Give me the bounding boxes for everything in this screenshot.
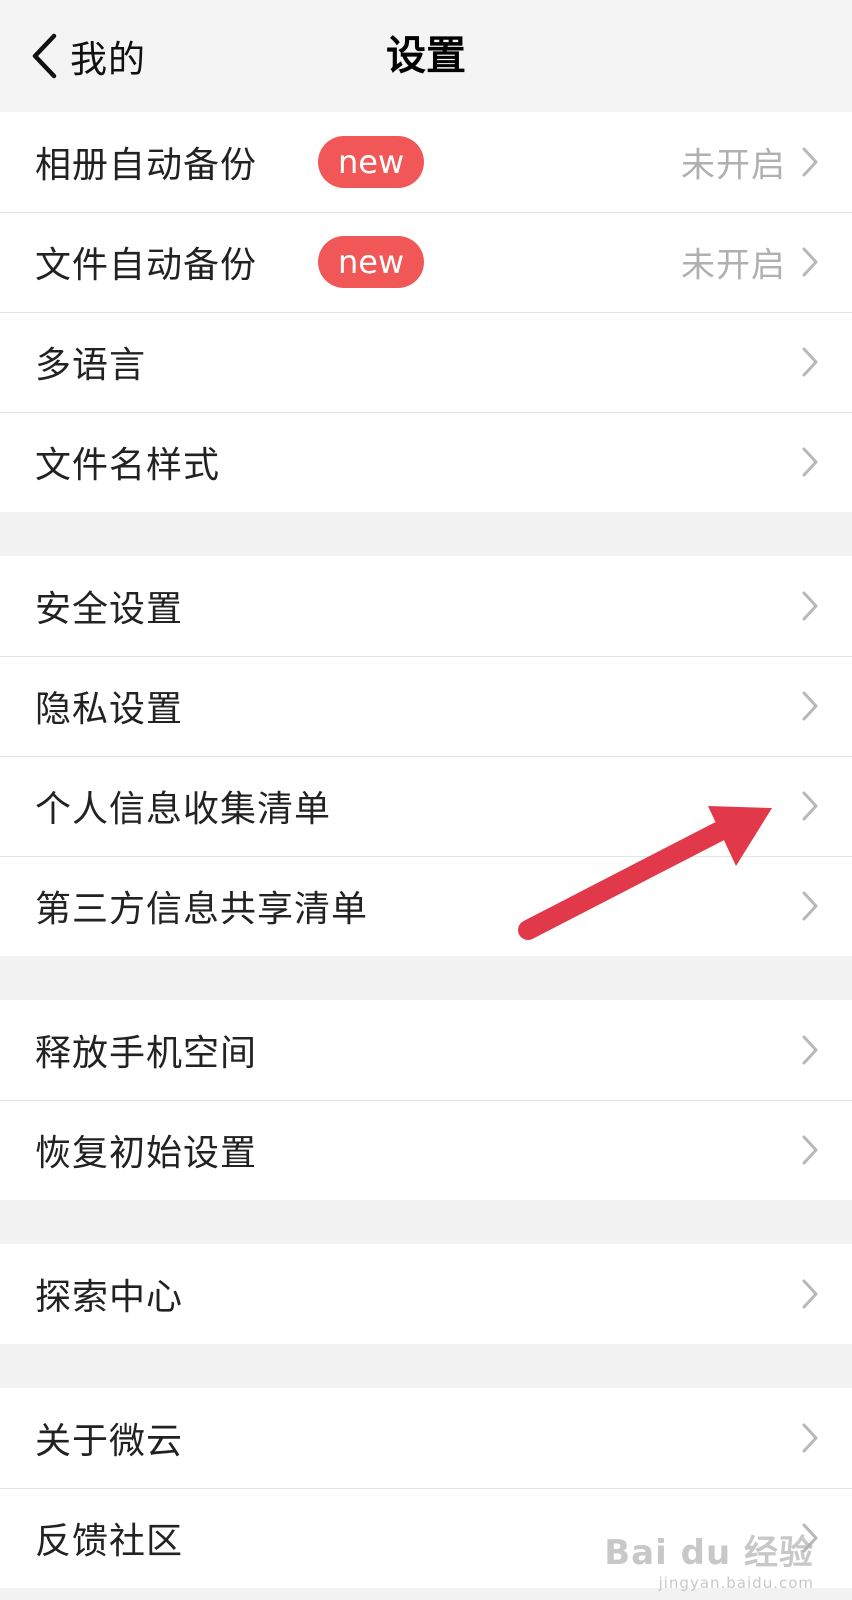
watermark-logo: Bai du 经验 — [604, 1533, 814, 1573]
row-status: 未开启 — [681, 145, 786, 186]
settings-row-about[interactable]: 关于微云 — [0, 1388, 852, 1488]
chevron-right-icon — [802, 247, 818, 277]
settings-row-explore-center[interactable]: 探索中心 — [0, 1244, 852, 1344]
row-label: 释放手机空间 — [35, 1033, 258, 1074]
chevron-right-icon — [802, 447, 818, 477]
chevron-right-icon — [802, 147, 818, 177]
section-gap — [0, 512, 852, 556]
section-gap — [0, 956, 852, 1000]
row-label: 相册自动备份 — [35, 145, 258, 186]
settings-row-filename-style[interactable]: 文件名样式 — [0, 412, 852, 512]
watermark-url: jingyan.baidu.com — [658, 1574, 814, 1592]
row-label: 恢复初始设置 — [35, 1133, 258, 1174]
settings-row-album-backup[interactable]: 相册自动备份 new 未开启 — [0, 112, 852, 212]
settings-row-third-party-sharing-list[interactable]: 第三方信息共享清单 — [0, 856, 852, 956]
chevron-right-icon — [802, 1279, 818, 1309]
settings-row-language[interactable]: 多语言 — [0, 312, 852, 412]
settings-row-personal-info-list[interactable]: 个人信息收集清单 — [0, 756, 852, 856]
settings-group-explore: 探索中心 — [0, 1244, 852, 1344]
navigation-bar: 我的 设置 — [0, 0, 852, 112]
chevron-right-icon — [802, 791, 818, 821]
settings-group-storage: 释放手机空间 恢复初始设置 — [0, 1000, 852, 1200]
row-label: 文件自动备份 — [35, 245, 258, 286]
chevron-right-icon — [802, 1035, 818, 1065]
row-label: 个人信息收集清单 — [35, 789, 332, 830]
page-title: 设置 — [386, 33, 466, 79]
section-gap — [0, 1200, 852, 1244]
settings-group-privacy: 安全设置 隐私设置 个人信息收集清单 第三方信息共享清单 — [0, 556, 852, 956]
settings-row-privacy[interactable]: 隐私设置 — [0, 656, 852, 756]
row-label: 多语言 — [35, 345, 147, 386]
row-label: 安全设置 — [35, 589, 184, 630]
settings-row-file-backup[interactable]: 文件自动备份 new 未开启 — [0, 212, 852, 312]
row-status: 未开启 — [681, 245, 786, 286]
chevron-right-icon — [802, 1135, 818, 1165]
settings-row-security[interactable]: 安全设置 — [0, 556, 852, 656]
chevron-right-icon — [802, 347, 818, 377]
watermark: Bai du 经验 jingyan.baidu.com — [604, 1525, 814, 1592]
settings-row-free-space[interactable]: 释放手机空间 — [0, 1000, 852, 1100]
chevron-right-icon — [802, 591, 818, 621]
settings-row-reset[interactable]: 恢复初始设置 — [0, 1100, 852, 1200]
row-label: 第三方信息共享清单 — [35, 889, 369, 930]
section-gap — [0, 1344, 852, 1388]
new-badge: new — [318, 136, 425, 188]
row-label: 文件名样式 — [35, 445, 221, 486]
new-badge: new — [318, 236, 425, 288]
row-label: 探索中心 — [35, 1277, 184, 1318]
row-label: 关于微云 — [35, 1421, 184, 1462]
chevron-right-icon — [802, 1423, 818, 1453]
settings-group-backup: 相册自动备份 new 未开启 文件自动备份 new 未开启 多语言 文件名样式 — [0, 112, 852, 512]
chevron-right-icon — [802, 691, 818, 721]
row-label: 反馈社区 — [35, 1521, 184, 1562]
chevron-right-icon — [802, 891, 818, 921]
row-label: 隐私设置 — [35, 689, 184, 730]
